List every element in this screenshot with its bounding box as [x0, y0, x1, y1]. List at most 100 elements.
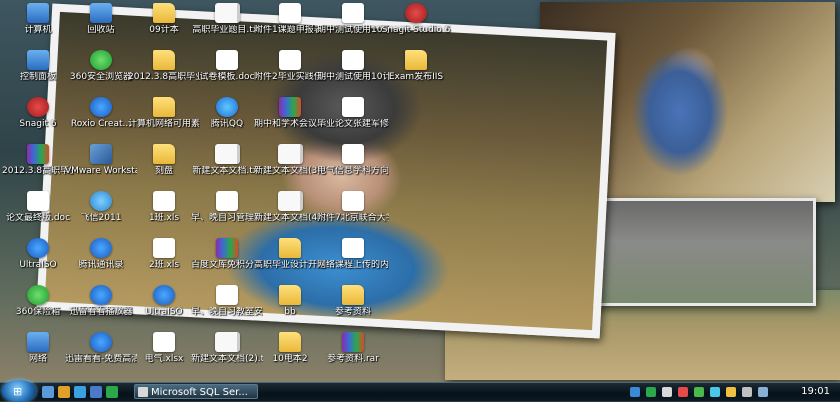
desktop-icon-label: 新建文本文档(2).txt [191, 354, 263, 364]
desktop-icon-bb[interactable]: bb [254, 285, 326, 331]
desktop-icon-new-txt-3[interactable]: 新建文本文档(3).txt [254, 144, 326, 190]
qq-tray-icon[interactable] [710, 387, 720, 397]
language-tray-icon[interactable] [758, 387, 768, 397]
desktop-icon-attach2[interactable]: 附件2毕业实践任务书.doc [254, 50, 326, 96]
word-document-icon [216, 285, 238, 305]
qq-quicklaunch-icon[interactable] [90, 386, 102, 398]
desktop-icon-label: 腾讯通讯录 [78, 260, 124, 270]
antivirus-tray-icon[interactable] [678, 387, 688, 397]
excel-document-icon [153, 191, 175, 211]
desktop-icon-360-safe[interactable]: 360保险箱 [2, 285, 74, 331]
desktop-icon-label: 早、晚自习教室安排.doc [191, 307, 263, 317]
desktop-icon-label: 刻盘 [154, 166, 173, 176]
folder-icon [279, 332, 301, 352]
taskbar-window-title: Microsoft SQL Ser... [151, 387, 248, 398]
desktop-icon-thesis-final[interactable]: 论文最终版.doc [2, 191, 74, 237]
shield-tray-icon[interactable] [694, 387, 704, 397]
desktop-icon-practice-folder[interactable]: 2012.3.8高职毕业实践 [128, 50, 200, 96]
text-document-icon [277, 191, 303, 211]
desktop-icon-xunlei-player[interactable]: 迅雷看看播放器 [65, 285, 137, 331]
desktop-icon-burn-folder[interactable]: 刻盘 [128, 144, 200, 190]
desktop-icon-midterm-doc1[interactable]: 期中测试使用10电本.doc [317, 3, 389, 49]
desktop-icon-label: 高职毕业设计开题和任务书 [254, 260, 326, 270]
desktop-icon-label: 计算机 [24, 25, 52, 35]
update-tray-icon[interactable] [726, 387, 736, 397]
desktop-icon-10dianben2[interactable]: 10电本2 [254, 332, 326, 378]
desktop-icon-label: 2012.3.8高职毕业设实训.rar [2, 166, 74, 176]
ime-tray-icon[interactable] [662, 387, 672, 397]
desktop-icon-fetion[interactable]: 飞信2011 [65, 191, 137, 237]
desktop-icon-qq[interactable]: 腾讯QQ [191, 97, 263, 143]
show-desktop-icon[interactable] [42, 386, 54, 398]
desktop-icon-360-browser[interactable]: 360安全浏览器 [65, 50, 137, 96]
rar-archive-icon [342, 332, 364, 352]
desktop-icon-ultraiso-2[interactable]: UltraISO [128, 285, 200, 331]
desktop-icon-references-folder[interactable]: 参考资料 [317, 285, 389, 331]
desktop-icon-thesis-editing[interactable]: 毕业论文张建军修改中.doc [317, 97, 389, 143]
sql-server-icon [138, 387, 148, 397]
desktop-icon-new-txt[interactable]: 新建文本文档.txt [191, 144, 263, 190]
desktop-icon-topics-txt[interactable]: 高职毕业题目.txt [191, 3, 263, 49]
taskbar-window-sql-server[interactable]: Microsoft SQL Ser... [134, 384, 258, 399]
desktop-icon-new-txt-2[interactable]: 新建文本文档(2).txt [191, 332, 263, 378]
browser-quicklaunch-icon[interactable] [74, 386, 86, 398]
desktop-icon-class2-xls[interactable]: 2班.xls [128, 238, 200, 284]
switch-windows-icon[interactable] [58, 386, 70, 398]
ultraiso-icon [153, 285, 175, 305]
desktop-icon-dianqi-xlsx[interactable]: 电气.xlsx [128, 332, 200, 378]
desktop-icon-references-rar[interactable]: 参考资料.rar [317, 332, 389, 378]
desktop-icon-discipline-doc[interactable]: 电气信息学科方向简表... [317, 144, 389, 190]
volume-icon[interactable] [742, 387, 752, 397]
desktop-icon-baidu-zip[interactable]: 百度文库免积分下载.zip [191, 238, 263, 284]
security-tray-icon[interactable] [646, 387, 656, 397]
desktop-icon-exam-template[interactable]: 试卷模板.doc [191, 50, 263, 96]
desktop-icon-label: 电气.xlsx [144, 354, 184, 364]
desktop-icon-study-rules[interactable]: 早、晚自习管理规范.docx [191, 191, 263, 237]
desktop-icon-label: 电气信息学科方向简表... [317, 166, 389, 176]
word-document-icon [342, 97, 364, 117]
desktop-icon-rar-2012[interactable]: 2012.3.8高职毕业设实训.rar [2, 144, 74, 190]
desktop-icon-vmware[interactable]: VMware Workstation [65, 144, 137, 190]
desktop-icon-label: VMware Workstation [65, 166, 137, 176]
desktop-icon-ultraiso[interactable]: UltraISO [2, 238, 74, 284]
desktop-icon-label: 09计本 [149, 25, 179, 35]
desktop-icon-snagit6[interactable]: Snagit 6 [2, 97, 74, 143]
desktop-icon-snagit-studio[interactable]: Snagit Studio 6 [380, 3, 452, 49]
snagit-icon [27, 97, 49, 117]
desktop-icon-course-list[interactable]: 网络课程上传的内容清单... [317, 238, 389, 284]
desktop-icon-computer[interactable]: 计算机 [2, 3, 74, 49]
desktop-icon-network-material[interactable]: 计算机网络可用素材 [128, 97, 200, 143]
desktop-icon-label: UltraISO [19, 260, 57, 270]
folder-icon [405, 50, 427, 70]
desktop-icon-midterm-rar[interactable]: 期中和学术会议.rar [254, 97, 326, 143]
desktop-icon-recycle-bin[interactable]: 回收站 [65, 3, 137, 49]
desktop-icon-attach7[interactable]: 附件7北京联合大学师范... [317, 191, 389, 237]
fetion-icon [90, 191, 112, 211]
folder-icon [153, 97, 175, 117]
desktop-icon-label: 网络 [28, 354, 47, 364]
start-button[interactable]: ⊞ [2, 380, 36, 402]
desktop-icon-attach1[interactable]: 附件1课题申报表.doc [254, 3, 326, 49]
desktop-icon-exam-iis[interactable]: Exam发布IIS [380, 50, 452, 96]
desktop-icon-classroom-doc[interactable]: 早、晚自习教室安排.doc [191, 285, 263, 331]
desktop-icon-class1-xls[interactable]: 1班.xls [128, 191, 200, 237]
360-quicklaunch-icon[interactable] [106, 386, 118, 398]
desktop-icon-09jiben[interactable]: 09计本 [128, 3, 200, 49]
desktop-icon-label: 高职毕业题目.txt [192, 25, 262, 35]
desktop-icon-label: 期中测试使用10计本.doc [317, 72, 389, 82]
network-icon [27, 332, 49, 352]
desktop-icon-tencent-contacts[interactable]: 腾讯通讯录 [65, 238, 137, 284]
desktop-icon-label: 论文最终版.doc [5, 213, 71, 223]
desktop-icon-new-txt-4[interactable]: 新建文本文档(4).txt [254, 191, 326, 237]
desktop-icon-network[interactable]: 网络 [2, 332, 74, 378]
taskbar-clock[interactable]: 19:01 [801, 386, 830, 397]
desktop-icon-label: 参考资料 [334, 307, 371, 317]
desktop-icon-xunlei-movies[interactable]: 迅雷看看-免费高清电影 [65, 332, 137, 378]
desktop-icon-midterm-doc2[interactable]: 期中测试使用10计本.doc [317, 50, 389, 96]
desktop-icon-roxio[interactable]: Roxio Creat... [65, 97, 137, 143]
network-tray-icon[interactable] [630, 387, 640, 397]
desktop-icon-control-panel[interactable]: 控制面板 [2, 50, 74, 96]
browser-icon [90, 50, 112, 70]
desktop-icon-opening-folder[interactable]: 高职毕业设计开题和任务书 [254, 238, 326, 284]
desktop-icon-label: UltraISO [145, 307, 183, 317]
